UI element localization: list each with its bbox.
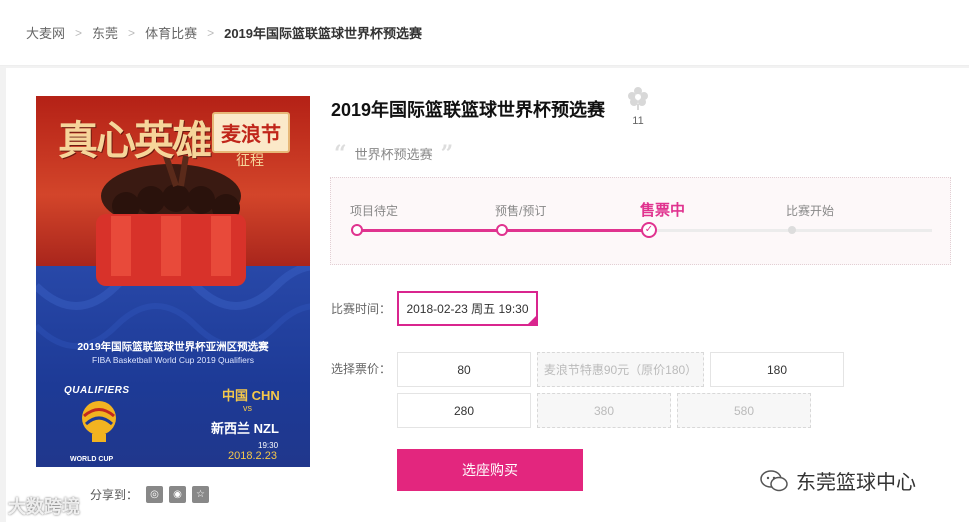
- check-icon: ✓: [641, 222, 657, 238]
- watermark-right-text: 东莞篮球中心: [796, 472, 916, 494]
- session-value: 2018-02-23 周五 19:30: [406, 302, 529, 316]
- subtitle-text: 世界杯预选赛: [354, 147, 433, 162]
- price-option-380: 380: [537, 393, 671, 428]
- price-label: 选择票价：: [331, 362, 392, 376]
- favorite-button[interactable]: 11: [624, 86, 652, 127]
- step-dot-done: [351, 224, 363, 236]
- price-option-80[interactable]: 80: [397, 352, 531, 387]
- fiba-trophy-icon: [82, 401, 116, 442]
- quote-open-icon: “: [334, 140, 347, 167]
- poster-cn-title: 2019年国际篮联篮球世界杯亚洲区预选赛: [77, 341, 269, 353]
- poster-qualifiers: QUALIFIERS: [64, 385, 130, 396]
- step-on-sale: 售票中: [640, 202, 686, 219]
- quote-close-icon: ”: [440, 140, 454, 167]
- wechat-icon: [760, 469, 788, 491]
- event-card: 真心英雄 麦浪节 征程 2019年国际篮联篮球世界杯亚洲区预选赛 FIBA Ba…: [6, 68, 969, 522]
- poster-vs: vs: [243, 403, 252, 413]
- selected-corner-icon: [527, 315, 537, 325]
- favorite-count: 11: [632, 115, 644, 127]
- breadcrumb-current: 2019年国际篮联篮球世界杯预选赛: [224, 26, 423, 41]
- price-option-180[interactable]: 180: [710, 352, 844, 387]
- poster-journey: 征程: [236, 153, 264, 169]
- step-presale: 预售/预订: [495, 204, 547, 218]
- watermark-left: 大数跨境: [8, 497, 80, 517]
- flower-icon: [628, 87, 648, 110]
- step-dot-pending: [788, 226, 796, 234]
- buy-seat-button[interactable]: 选座购买: [397, 449, 583, 491]
- step-dot-done: [496, 224, 508, 236]
- wechat-icon[interactable]: ◉: [169, 486, 187, 503]
- event-subtitle: “ 世界杯预选赛 ”: [334, 140, 454, 167]
- sale-progress: 项目待定 预售/预订 售票中 比赛开始 ✓: [330, 177, 951, 265]
- price-option-promo: 麦浪节特惠90元（原价180）: [537, 352, 704, 387]
- poster-date: 2018.2.23: [228, 450, 277, 462]
- event-title: 2019年国际篮联篮球世界杯预选赛: [331, 100, 606, 120]
- breadcrumb-separator: >: [207, 25, 215, 40]
- poster-team-away: 新西兰 NZL: [211, 421, 279, 436]
- poster-badge: 麦浪节: [212, 112, 290, 153]
- breadcrumb-separator: >: [75, 25, 83, 40]
- players-huddle-illustration: [96, 156, 246, 286]
- share-bar: 分享到： ◎ ◉ ☆: [90, 486, 215, 503]
- breadcrumb-sports[interactable]: 体育比赛: [145, 23, 197, 42]
- poster-en-title: FIBA Basketball World Cup 2019 Qualifier…: [92, 355, 254, 365]
- step-start: 比赛开始: [786, 204, 835, 218]
- breadcrumb-separator: >: [128, 25, 136, 40]
- watermark-right: 东莞篮球中心: [760, 466, 916, 495]
- session-option-selected[interactable]: 2018-02-23 周五 19:30: [397, 291, 538, 326]
- poster-time: 19:30: [258, 441, 279, 450]
- event-poster: 真心英雄 麦浪节 征程 2019年国际篮联篮球世界杯亚洲区预选赛 FIBA Ba…: [36, 96, 310, 467]
- weibo-icon[interactable]: ◎: [146, 486, 164, 503]
- share-label: 分享到：: [90, 488, 139, 502]
- breadcrumb: 大麦网 > 东莞 > 体育比赛 > 2019年国际篮联篮球世界杯预选赛: [0, 0, 969, 66]
- poster-calligraphy: 真心英雄: [58, 117, 212, 164]
- poster-world-cup: WORLD CUP: [70, 456, 114, 463]
- breadcrumb-damai[interactable]: 大麦网: [26, 23, 65, 42]
- session-label: 比赛时间：: [331, 302, 392, 316]
- poster-team-home: 中国 CHN: [222, 388, 280, 403]
- price-option-280[interactable]: 280: [397, 393, 531, 428]
- step-pending: 项目待定: [350, 204, 399, 218]
- breadcrumb-dongguan[interactable]: 东莞: [92, 23, 118, 42]
- price-option-580: 580: [677, 393, 811, 428]
- star-icon[interactable]: ☆: [192, 486, 210, 503]
